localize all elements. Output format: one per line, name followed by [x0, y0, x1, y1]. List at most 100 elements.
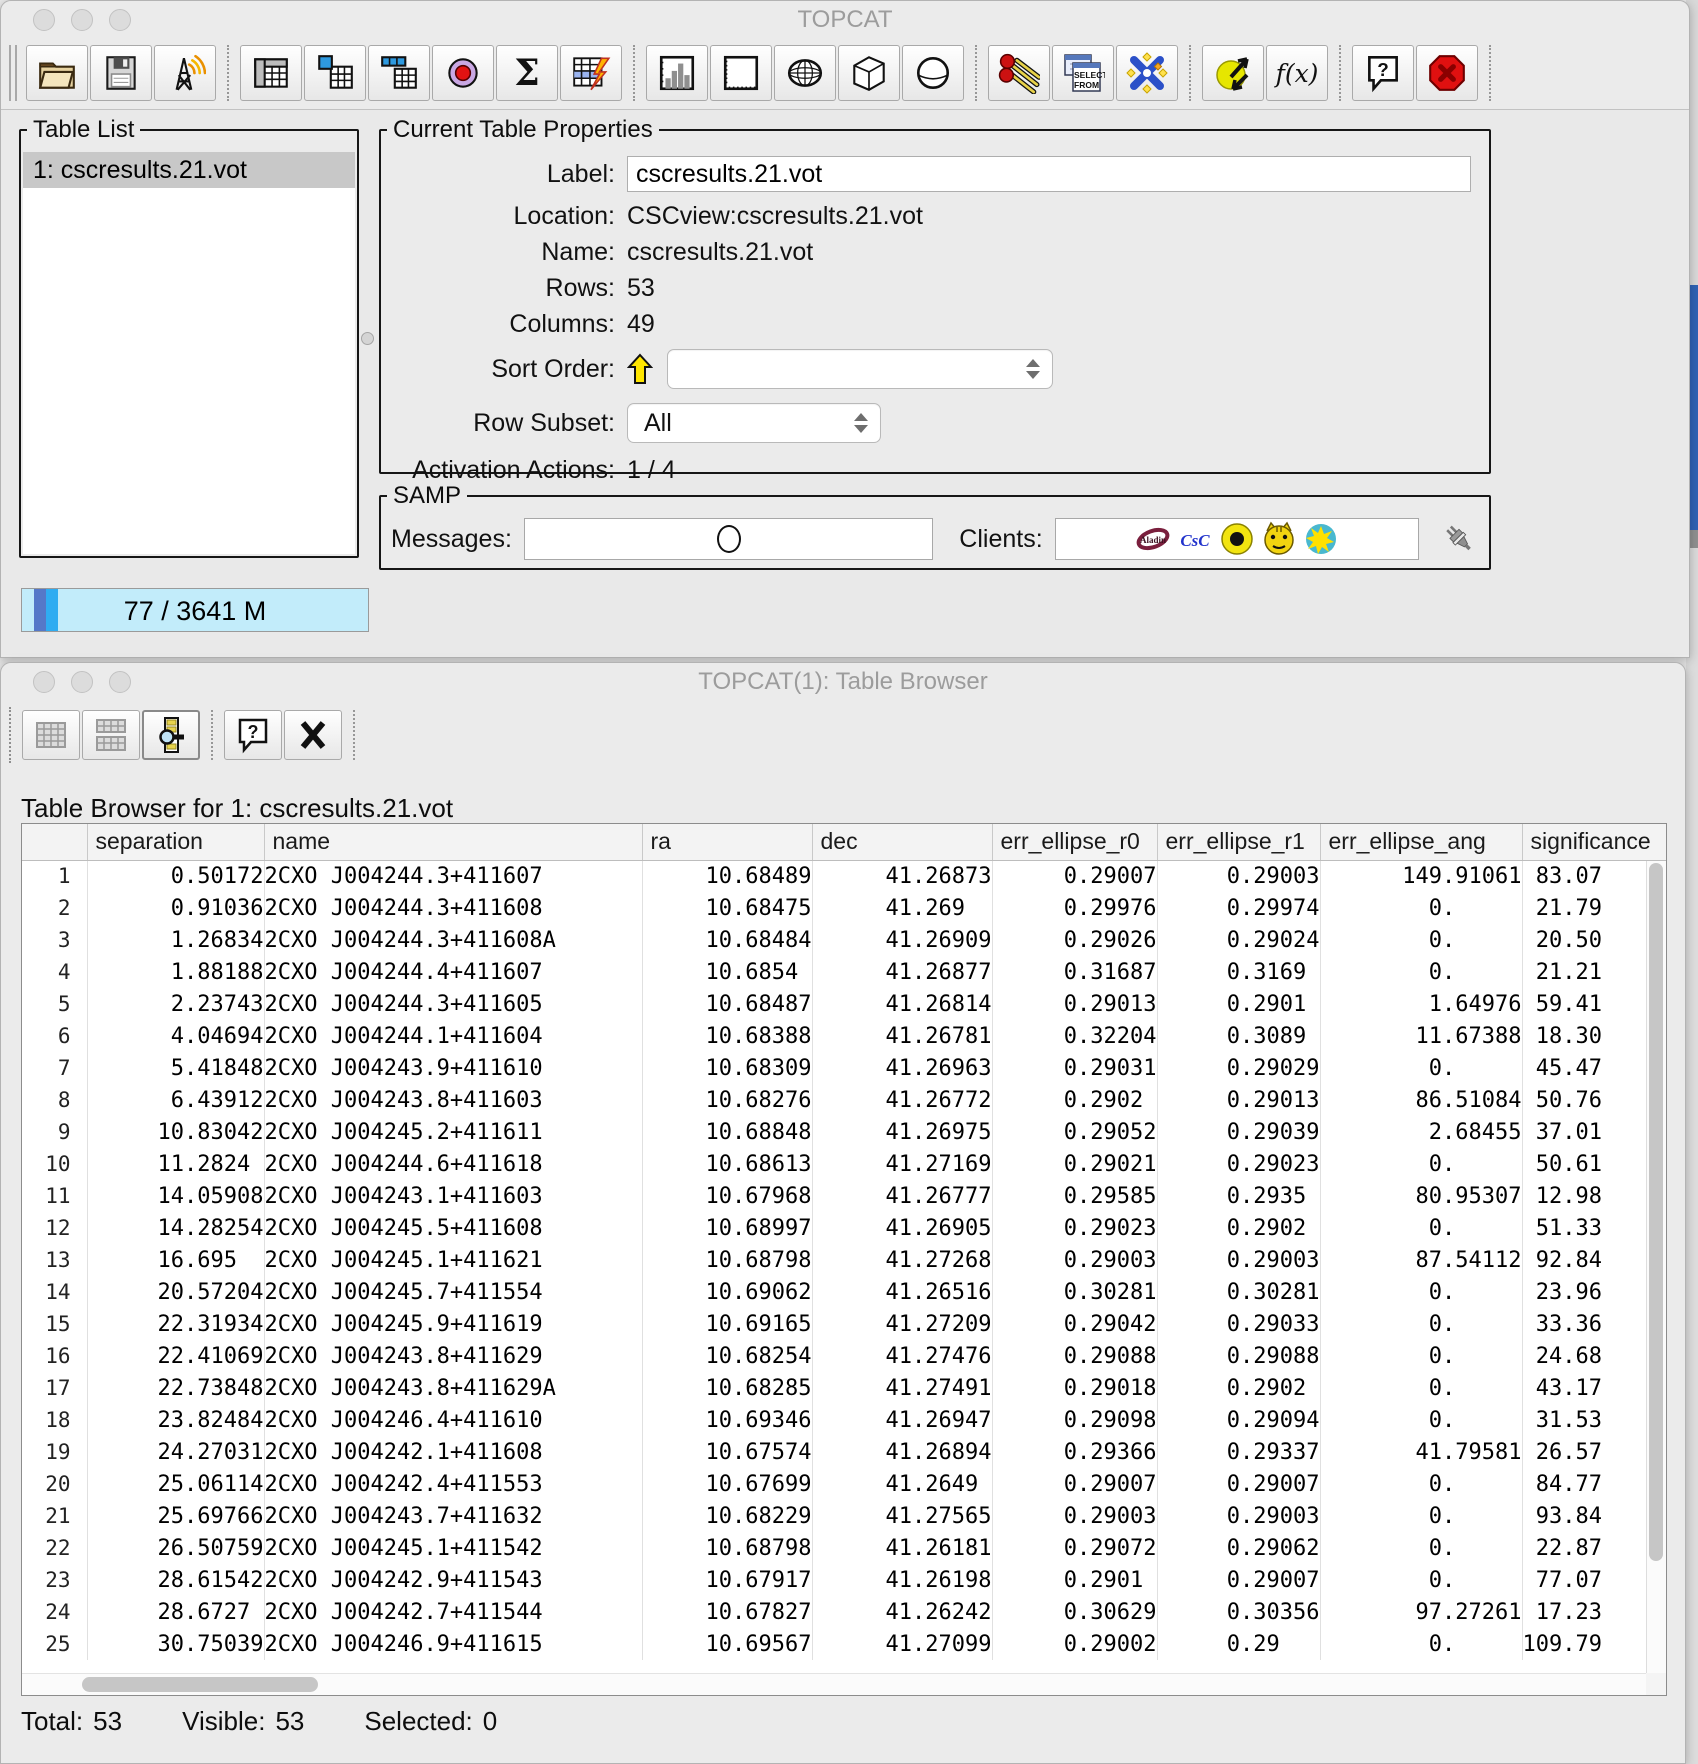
sky-plot-button[interactable] — [774, 45, 836, 101]
cell-ra[interactable]: 10.68254 — [642, 1340, 812, 1372]
cell-err_ellipse_r0[interactable]: 0.29098 — [992, 1404, 1157, 1436]
cell-separation[interactable]: 30.75039 — [87, 1628, 264, 1660]
cell-ra[interactable]: 10.67827 — [642, 1596, 812, 1628]
cell-err_ellipse_ang[interactable]: 149.91061 — [1320, 860, 1522, 892]
cell-separation[interactable]: 4.04694 — [87, 1020, 264, 1052]
cell-err_ellipse_r1[interactable]: 0.29023 — [1157, 1148, 1320, 1180]
cell-separation[interactable]: 16.695 — [87, 1244, 264, 1276]
table-row[interactable]: 1823.824842CXO J004246.4+41161010.693464… — [22, 1404, 1667, 1436]
column-header[interactable]: name — [264, 824, 642, 860]
table-row[interactable]: 1522.319342CXO J004245.9+41161910.691654… — [22, 1308, 1667, 1340]
cell-name[interactable]: 2CXO J004245.1+411621 — [264, 1244, 642, 1276]
vertical-scrollbar[interactable] — [1646, 861, 1666, 1673]
cell-dec[interactable]: 41.27209 — [812, 1308, 992, 1340]
cell-dec[interactable]: 41.26772 — [812, 1084, 992, 1116]
sort-order-combo[interactable] — [667, 349, 1053, 389]
cell-dec[interactable]: 41.26198 — [812, 1564, 992, 1596]
table-view-button[interactable] — [240, 45, 302, 101]
cell-ra[interactable]: 10.68613 — [642, 1148, 812, 1180]
cell-dec[interactable]: 41.269 — [812, 892, 992, 924]
cell-dec[interactable]: 41.26814 — [812, 988, 992, 1020]
cell-name[interactable]: 2CXO J004243.8+411603 — [264, 1084, 642, 1116]
cell-err_ellipse_r0[interactable]: 0.29007 — [992, 1468, 1157, 1500]
minimize-window-button[interactable] — [71, 671, 93, 693]
cell-err_ellipse_r0[interactable]: 0.29052 — [992, 1116, 1157, 1148]
cell-err_ellipse_r0[interactable]: 0.29002 — [992, 1628, 1157, 1660]
cell-dec[interactable]: 41.27099 — [812, 1628, 992, 1660]
cell-err_ellipse_r1[interactable]: 0.30356 — [1157, 1596, 1320, 1628]
topcat-dot-client-icon[interactable] — [1219, 521, 1255, 557]
cell-err_ellipse_ang[interactable]: 0. — [1320, 924, 1522, 956]
selection-subset-button[interactable] — [22, 710, 80, 760]
vertical-scrollbar-thumb[interactable] — [1649, 863, 1663, 1561]
help-button[interactable]: ? — [1352, 45, 1414, 101]
cell-ra[interactable]: 10.67968 — [642, 1180, 812, 1212]
table-row[interactable]: 64.046942CXO J004244.1+41160410.6838841.… — [22, 1020, 1667, 1052]
cell-separation[interactable]: 0.50172 — [87, 860, 264, 892]
cell-ra[interactable]: 10.68309 — [642, 1052, 812, 1084]
cell-err_ellipse_r1[interactable]: 0.2935 — [1157, 1180, 1320, 1212]
cell-err_ellipse_r0[interactable]: 0.29088 — [992, 1340, 1157, 1372]
toolbar-drag-handle[interactable] — [9, 707, 13, 763]
cell-err_ellipse_r0[interactable]: 0.29072 — [992, 1532, 1157, 1564]
cell-err_ellipse_r1[interactable]: 0.29 — [1157, 1628, 1320, 1660]
cell-err_ellipse_r0[interactable]: 0.29013 — [992, 988, 1157, 1020]
sort-direction-icon[interactable] — [627, 353, 653, 385]
cell-err_ellipse_r1[interactable]: 0.29007 — [1157, 1564, 1320, 1596]
cell-dec[interactable]: 41.26181 — [812, 1532, 992, 1564]
horizontal-scrollbar[interactable] — [22, 1673, 1646, 1695]
cell-err_ellipse_r1[interactable]: 0.2901 — [1157, 988, 1320, 1020]
broadcast-button[interactable] — [154, 45, 216, 101]
cell-ra[interactable]: 10.69062 — [642, 1276, 812, 1308]
cell-err_ellipse_ang[interactable]: 0. — [1320, 892, 1522, 924]
cell-ra[interactable]: 10.69567 — [642, 1628, 812, 1660]
cell-err_ellipse_r0[interactable]: 0.31687 — [992, 956, 1157, 988]
cell-err_ellipse_r1[interactable]: 0.29003 — [1157, 1500, 1320, 1532]
crossmatch-button[interactable] — [1116, 45, 1178, 101]
cell-err_ellipse_r0[interactable]: 0.29042 — [992, 1308, 1157, 1340]
cell-name[interactable]: 2CXO J004243.8+411629 — [264, 1340, 642, 1372]
cell-name[interactable]: 2CXO J004245.2+411611 — [264, 1116, 642, 1148]
function-button[interactable]: f(x) — [1266, 45, 1328, 101]
cell-ra[interactable]: 10.68798 — [642, 1244, 812, 1276]
cell-separation[interactable]: 22.31934 — [87, 1308, 264, 1340]
cell-name[interactable]: 2CXO J004242.4+411553 — [264, 1468, 642, 1500]
cell-dec[interactable]: 41.26877 — [812, 956, 992, 988]
column-header[interactable]: dec — [812, 824, 992, 860]
plane-plot-button[interactable] — [710, 45, 772, 101]
table-row[interactable]: 1924.270312CXO J004242.1+41160810.675744… — [22, 1436, 1667, 1468]
cell-name[interactable]: 2CXO J004244.6+411618 — [264, 1148, 642, 1180]
cell-separation[interactable]: 2.23743 — [87, 988, 264, 1020]
cell-err_ellipse_ang[interactable]: 97.27261 — [1320, 1596, 1522, 1628]
cell-err_ellipse_r0[interactable]: 0.29031 — [992, 1052, 1157, 1084]
cell-err_ellipse_ang[interactable]: 86.51084 — [1320, 1084, 1522, 1116]
cell-err_ellipse_r1[interactable]: 0.3089 — [1157, 1020, 1320, 1052]
row-subset-combo[interactable]: All — [627, 403, 881, 443]
cell-dec[interactable]: 41.27565 — [812, 1500, 992, 1532]
split-pane-handle[interactable] — [361, 332, 374, 345]
cell-dec[interactable]: 41.26963 — [812, 1052, 992, 1084]
cell-err_ellipse_ang[interactable]: 41.79581 — [1320, 1436, 1522, 1468]
cell-err_ellipse_r1[interactable]: 0.29094 — [1157, 1404, 1320, 1436]
column-header[interactable]: separation — [87, 824, 264, 860]
cell-err_ellipse_r0[interactable]: 0.29007 — [992, 860, 1157, 892]
activation-window-button[interactable] — [560, 45, 622, 101]
cell-err_ellipse_ang[interactable]: 0. — [1320, 1148, 1522, 1180]
cell-dec[interactable]: 41.26909 — [812, 924, 992, 956]
cell-dec[interactable]: 41.26947 — [812, 1404, 992, 1436]
cell-dec[interactable]: 41.26516 — [812, 1276, 992, 1308]
cell-err_ellipse_ang[interactable]: 0. — [1320, 1372, 1522, 1404]
cell-err_ellipse_r1[interactable]: 0.29337 — [1157, 1436, 1320, 1468]
minimize-window-button[interactable] — [71, 9, 93, 31]
cell-separation[interactable]: 24.27031 — [87, 1436, 264, 1468]
cell-separation[interactable]: 25.06114 — [87, 1468, 264, 1500]
column-header[interactable]: err_ellipse_ang — [1320, 824, 1522, 860]
horizontal-scrollbar-thumb[interactable] — [82, 1677, 318, 1692]
cell-err_ellipse_r1[interactable]: 0.2902 — [1157, 1372, 1320, 1404]
column-search-button[interactable] — [142, 710, 200, 760]
close-window-button[interactable] — [33, 9, 55, 31]
cell-separation[interactable]: 26.50759 — [87, 1532, 264, 1564]
cell-dec[interactable]: 41.26975 — [812, 1116, 992, 1148]
close-button[interactable] — [284, 710, 342, 760]
table-row[interactable]: 2530.750392CXO J004246.9+41161510.695674… — [22, 1628, 1667, 1660]
